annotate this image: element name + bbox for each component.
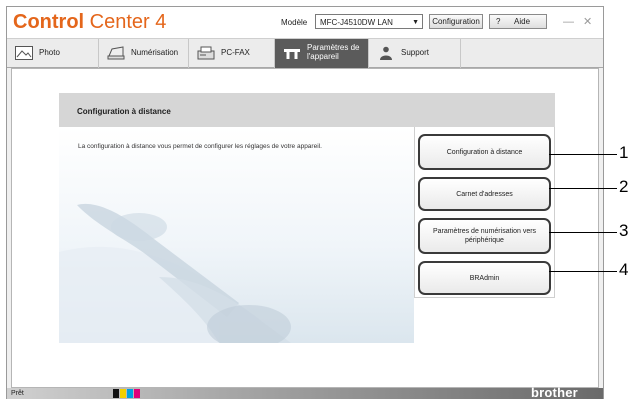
model-label: Modèle: [281, 18, 308, 27]
tab-label: Support: [401, 48, 430, 57]
help-button[interactable]: ? Aide: [489, 14, 547, 29]
callout-number: 1: [619, 143, 629, 162]
device-settings-icon: [284, 49, 300, 59]
callout-number: 2: [619, 177, 629, 196]
wrench-illustration: [59, 203, 291, 349]
logo-regular: Center 4: [84, 11, 167, 33]
section-description: La configuration à distance vous permet …: [78, 143, 322, 150]
content-panel: Configuration à distance La configuratio…: [11, 68, 599, 388]
close-button[interactable]: ✕: [583, 16, 592, 28]
tab-parametres-appareil[interactable]: Paramètres de l'appareil: [275, 39, 369, 68]
section-title: Configuration à distance: [77, 107, 171, 116]
photo-icon: [15, 46, 33, 60]
illustration: [59, 127, 414, 349]
support-icon: [380, 46, 392, 60]
address-book-button[interactable]: Carnet d'adresses: [418, 177, 551, 211]
tab-support[interactable]: Support: [369, 39, 461, 68]
title-bar: Control Center 4 Modèle MFC-J4510DW LAN …: [7, 7, 603, 38]
chevron-down-icon: ▼: [412, 19, 419, 26]
help-label: Aide: [514, 17, 531, 26]
ink-level-yellow: [120, 389, 126, 398]
tab-label: Paramètres de l'appareil: [307, 43, 360, 61]
application-window: Control Center 4 Modèle MFC-J4510DW LAN …: [6, 6, 604, 400]
tab-label: Numérisation: [131, 48, 179, 57]
ink-level-black: [113, 389, 119, 398]
app-logo: Control Center 4: [13, 10, 166, 34]
tab-label: Photo: [39, 48, 60, 57]
scanner-icon: [107, 46, 125, 60]
tab-numerisation[interactable]: Numérisation: [99, 39, 189, 68]
callout-line: [549, 188, 617, 189]
callout-line: [549, 271, 617, 272]
section-header: Configuration à distance: [59, 93, 555, 127]
button-label: Configuration à distance: [446, 148, 523, 156]
configuration-label: Configuration: [432, 17, 480, 26]
callout-line: [549, 154, 617, 155]
button-label: Carnet d'adresses: [456, 190, 513, 198]
remote-setup-button[interactable]: Configuration à distance: [418, 134, 551, 170]
scan-to-device-settings-button[interactable]: Paramètres de numérisation vers périphér…: [418, 218, 551, 254]
brother-logo: brother: [531, 385, 578, 400]
tab-photo[interactable]: Photo: [7, 39, 99, 68]
configuration-button[interactable]: Configuration: [429, 14, 483, 29]
status-bar: Prêt brother: [7, 385, 603, 400]
action-button-panel: Configuration à distance Carnet d'adress…: [414, 127, 555, 298]
bradmin-button[interactable]: BRAdmin: [418, 261, 551, 295]
button-label: Paramètres de numérisation vers périphér…: [432, 228, 537, 244]
help-icon: ?: [496, 17, 501, 26]
model-select[interactable]: MFC-J4510DW LAN ▼: [315, 14, 423, 29]
model-value: MFC-J4510DW LAN: [320, 18, 393, 27]
status-text: Prêt: [11, 390, 24, 397]
logo-bold: Control: [13, 11, 85, 33]
callout-line: [549, 232, 617, 233]
button-label: BRAdmin: [469, 274, 500, 282]
ink-level-magenta: [134, 389, 140, 398]
minimize-button[interactable]: —: [563, 16, 574, 28]
callout-number: 3: [619, 221, 629, 240]
ink-level-cyan: [127, 389, 133, 398]
tab-label: PC-FAX: [221, 48, 250, 57]
tab-bar: Photo Numérisation PC-FAX Paramètres de …: [7, 38, 603, 68]
fax-icon: [197, 46, 215, 60]
tab-pc-fax[interactable]: PC-FAX: [189, 39, 275, 68]
callout-number: 4: [619, 260, 629, 279]
